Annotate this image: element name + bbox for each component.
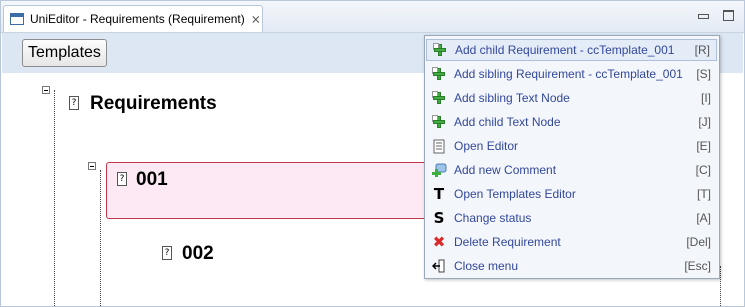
tab-bar: UniEditor - Requirements (Requirement) ⨯ <box>1 1 744 33</box>
menu-item-shortcut: [R] <box>694 43 710 57</box>
menu-item-delete-requirement[interactable]: ✖ Delete Requirement [Del] <box>426 231 717 253</box>
menu-item-add-sibling-requirement[interactable]: Add sibling Requirement - ccTemplate_001… <box>426 63 717 85</box>
window-icon <box>10 13 24 25</box>
menu-item-shortcut: [T] <box>697 187 711 201</box>
close-menu-icon <box>431 258 447 274</box>
menu-item-open-templates-editor[interactable]: T Open Templates Editor [T] <box>426 183 717 205</box>
menu-item-label: Add child Text Node <box>454 115 561 129</box>
menu-item-label: Add new Comment <box>454 163 557 177</box>
menu-item-shortcut: [A] <box>696 211 711 225</box>
menu-item-shortcut: [J] <box>698 115 711 129</box>
maximize-icon[interactable] <box>723 10 734 21</box>
menu-item-label: Open Templates Editor <box>454 187 576 201</box>
menu-item-label: Add sibling Text Node <box>454 91 570 105</box>
delete-x-icon: ✖ <box>432 233 446 251</box>
collapse-toggle-icon[interactable] <box>88 162 96 170</box>
tree-node-002[interactable]: 002 <box>182 243 214 265</box>
requirement-doc-icon: ? <box>162 246 172 260</box>
tab-close-icon[interactable]: ⨯ <box>251 12 261 26</box>
menu-item-shortcut: [I] <box>700 91 711 105</box>
add-comment-icon <box>431 162 447 178</box>
context-menu: Add child Requirement - ccTemplate_001 [… <box>424 35 720 279</box>
menu-item-label: Add child Requirement - ccTemplate_001 <box>455 43 675 57</box>
menu-item-label: Change status <box>454 211 532 225</box>
menu-item-shortcut: [Esc] <box>684 259 711 273</box>
menu-item-shortcut: [E] <box>696 139 711 153</box>
menu-item-add-child-text-node[interactable]: Add child Text Node [J] <box>426 111 717 133</box>
templates-button[interactable]: Templates <box>22 39 107 67</box>
editor-window: UniEditor - Requirements (Requirement) ⨯… <box>0 0 745 307</box>
window-controls <box>698 10 734 21</box>
menu-item-add-child-requirement[interactable]: Add child Requirement - ccTemplate_001 [… <box>426 39 717 61</box>
tree-node-requirements[interactable]: Requirements <box>90 93 217 115</box>
editor-document-icon <box>431 138 447 154</box>
menu-item-shortcut: [S] <box>696 67 711 81</box>
collapse-toggle-icon[interactable] <box>42 86 50 94</box>
status-s-icon: S <box>433 209 445 227</box>
templates-t-icon: T <box>433 185 445 203</box>
tree-node-001[interactable]: 001 <box>136 169 168 191</box>
requirement-doc-icon: ? <box>117 172 127 186</box>
menu-item-add-new-comment[interactable]: Add new Comment [C] <box>426 159 717 181</box>
minimize-icon[interactable] <box>698 14 709 19</box>
add-plus-icon <box>431 66 447 82</box>
tab-title: UniEditor - Requirements (Requirement) <box>30 12 245 26</box>
requirement-doc-icon: ? <box>69 96 79 110</box>
add-plus-icon <box>431 90 447 106</box>
tab-unieditor-requirements[interactable]: UniEditor - Requirements (Requirement) ⨯ <box>3 5 263 32</box>
add-plus-icon <box>431 114 447 130</box>
tree-guide-line <box>54 90 55 306</box>
menu-item-change-status[interactable]: S Change status [A] <box>426 207 717 229</box>
menu-item-label: Delete Requirement <box>454 235 561 249</box>
menu-item-open-editor[interactable]: Open Editor [E] <box>426 135 717 157</box>
menu-item-label: Open Editor <box>454 139 519 153</box>
menu-item-add-sibling-text-node[interactable]: Add sibling Text Node [I] <box>426 87 717 109</box>
add-plus-icon <box>432 42 448 58</box>
menu-item-label: Add sibling Requirement - ccTemplate_001 <box>454 67 683 81</box>
menu-item-close-menu[interactable]: Close menu [Esc] <box>426 255 717 277</box>
tree-guide-line <box>720 266 730 306</box>
menu-item-shortcut: [C] <box>695 163 711 177</box>
menu-item-shortcut: [Del] <box>686 235 711 249</box>
tree-guide-line <box>100 170 101 306</box>
menu-item-label: Close menu <box>454 259 519 273</box>
